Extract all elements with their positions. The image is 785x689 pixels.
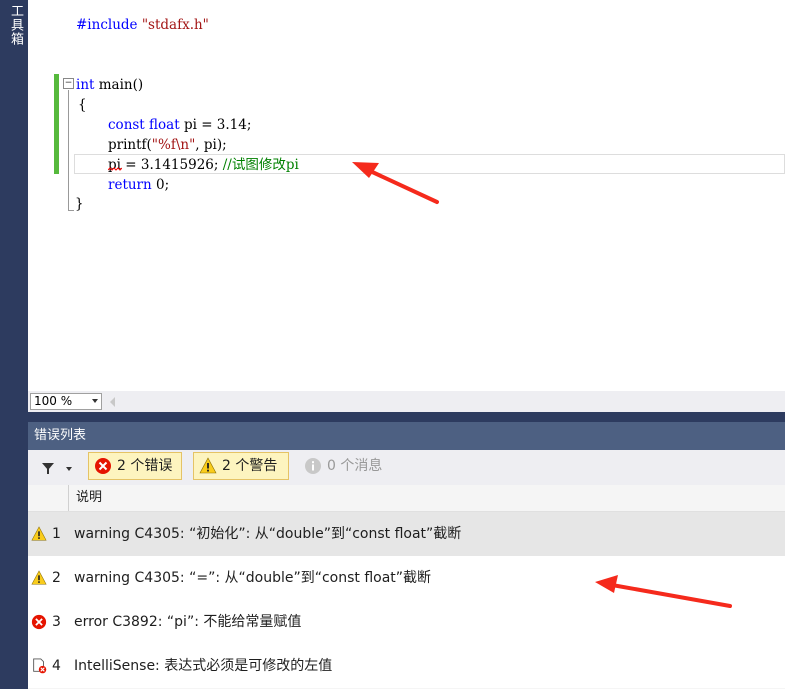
code-comment: //试图修改pi (222, 157, 299, 173)
error-list-panel: 错误列表 2 个错误 2 个警告 0 个消息 说明 1 warning C430… (28, 422, 785, 689)
table-row[interactable]: 2 warning C4305: “=”: 从“double”到“const f… (28, 556, 785, 600)
warnings-count-label: 2 个警告 (222, 458, 278, 474)
table-row[interactable]: 3 error C3892: “pi”: 不能给常量赋值 (28, 600, 785, 644)
code-line-4: const float pi = 3.14; (108, 115, 251, 135)
row-number: 4 (52, 658, 61, 674)
warning-icon (31, 526, 47, 541)
change-bar (54, 74, 59, 174)
zoom-dropdown[interactable]: 100 % (30, 393, 102, 410)
error-icon (95, 458, 111, 474)
panel-splitter[interactable] (28, 412, 785, 422)
table-row[interactable]: 1 warning C4305: “初始化”: 从“double”到“const… (28, 512, 785, 556)
toolbox-strip[interactable]: 工具箱 (0, 0, 28, 689)
chevron-down-icon (92, 399, 98, 403)
outline-line (68, 90, 69, 210)
keyword-int: int (76, 77, 95, 93)
column-header-description[interactable]: 说明 (76, 485, 102, 511)
printf-rest: , pi); (195, 137, 227, 153)
assignment-rest: = 3.1415926; (120, 157, 223, 173)
filter-icon-stem (47, 468, 49, 474)
zoom-value: 100 % (34, 394, 73, 408)
row-description: warning C4305: “=”: 从“double”到“const flo… (74, 570, 432, 586)
row-description: IntelliSense: 表达式必须是可修改的左值 (74, 658, 333, 674)
table-header: 说明 (28, 485, 785, 512)
error-squiggle (108, 167, 122, 171)
intellisense-error-icon (33, 658, 47, 674)
error-list-table: 说明 1 warning C4305: “初始化”: 从“double”到“co… (28, 485, 785, 689)
messages-filter-button[interactable]: 0 个消息 (303, 452, 393, 480)
code-line-1: #include "stdafx.h" (76, 15, 209, 35)
warnings-filter-button[interactable]: 2 个警告 (193, 452, 289, 480)
function-name: main() (98, 77, 144, 93)
panel-title: 错误列表 (28, 422, 785, 450)
keyword-return: return (108, 177, 152, 193)
code-editor[interactable]: − #include "stdafx.h" int main() { const… (28, 0, 785, 391)
code-line-8: } (75, 194, 84, 214)
scroll-left-arrow-icon[interactable] (110, 397, 115, 407)
outline-line-end (68, 210, 74, 211)
keyword-const: const (108, 117, 145, 133)
code-line-7: return 0; (108, 175, 169, 195)
column-divider[interactable] (68, 485, 69, 511)
open-brace: { (78, 97, 87, 113)
chevron-down-icon (66, 467, 72, 471)
row-number: 2 (52, 570, 61, 586)
code-line-5: printf("%f\n", pi); (108, 135, 227, 155)
warning-icon (31, 570, 47, 585)
close-brace: } (75, 196, 84, 212)
declaration-rest: pi = 3.14; (183, 117, 252, 133)
return-rest: 0; (151, 177, 170, 193)
filter-button[interactable] (36, 458, 76, 478)
toolbox-label[interactable]: 工具箱 (6, 4, 25, 46)
errors-count-label: 2 个错误 (117, 458, 173, 474)
code-line-6: pi = 3.1415926; //试图修改pi (108, 155, 299, 175)
messages-count-label: 0 个消息 (327, 458, 383, 474)
include-path: "stdafx.h" (141, 17, 209, 33)
errors-filter-button[interactable]: 2 个错误 (88, 452, 182, 480)
keyword-float: float (149, 117, 180, 133)
row-number: 1 (52, 526, 61, 542)
code-line-3: { (78, 95, 87, 115)
error-icon (31, 614, 47, 630)
printf-call: printf( (108, 137, 152, 153)
collapse-toggle-icon[interactable]: − (63, 78, 74, 89)
row-number: 3 (52, 614, 61, 630)
row-description: warning C4305: “初始化”: 从“double”到“const f… (74, 526, 462, 542)
row-description: error C3892: “pi”: 不能给常量赋值 (74, 614, 302, 630)
info-icon (305, 458, 321, 474)
include-directive: #include (76, 17, 138, 33)
code-line-2: int main() (76, 75, 143, 95)
editor-bottom-bar: 100 % (28, 391, 785, 412)
warning-icon (199, 457, 217, 474)
table-row[interactable]: 4 IntelliSense: 表达式必须是可修改的左值 (28, 644, 785, 688)
format-string: "%f\n" (151, 137, 196, 153)
